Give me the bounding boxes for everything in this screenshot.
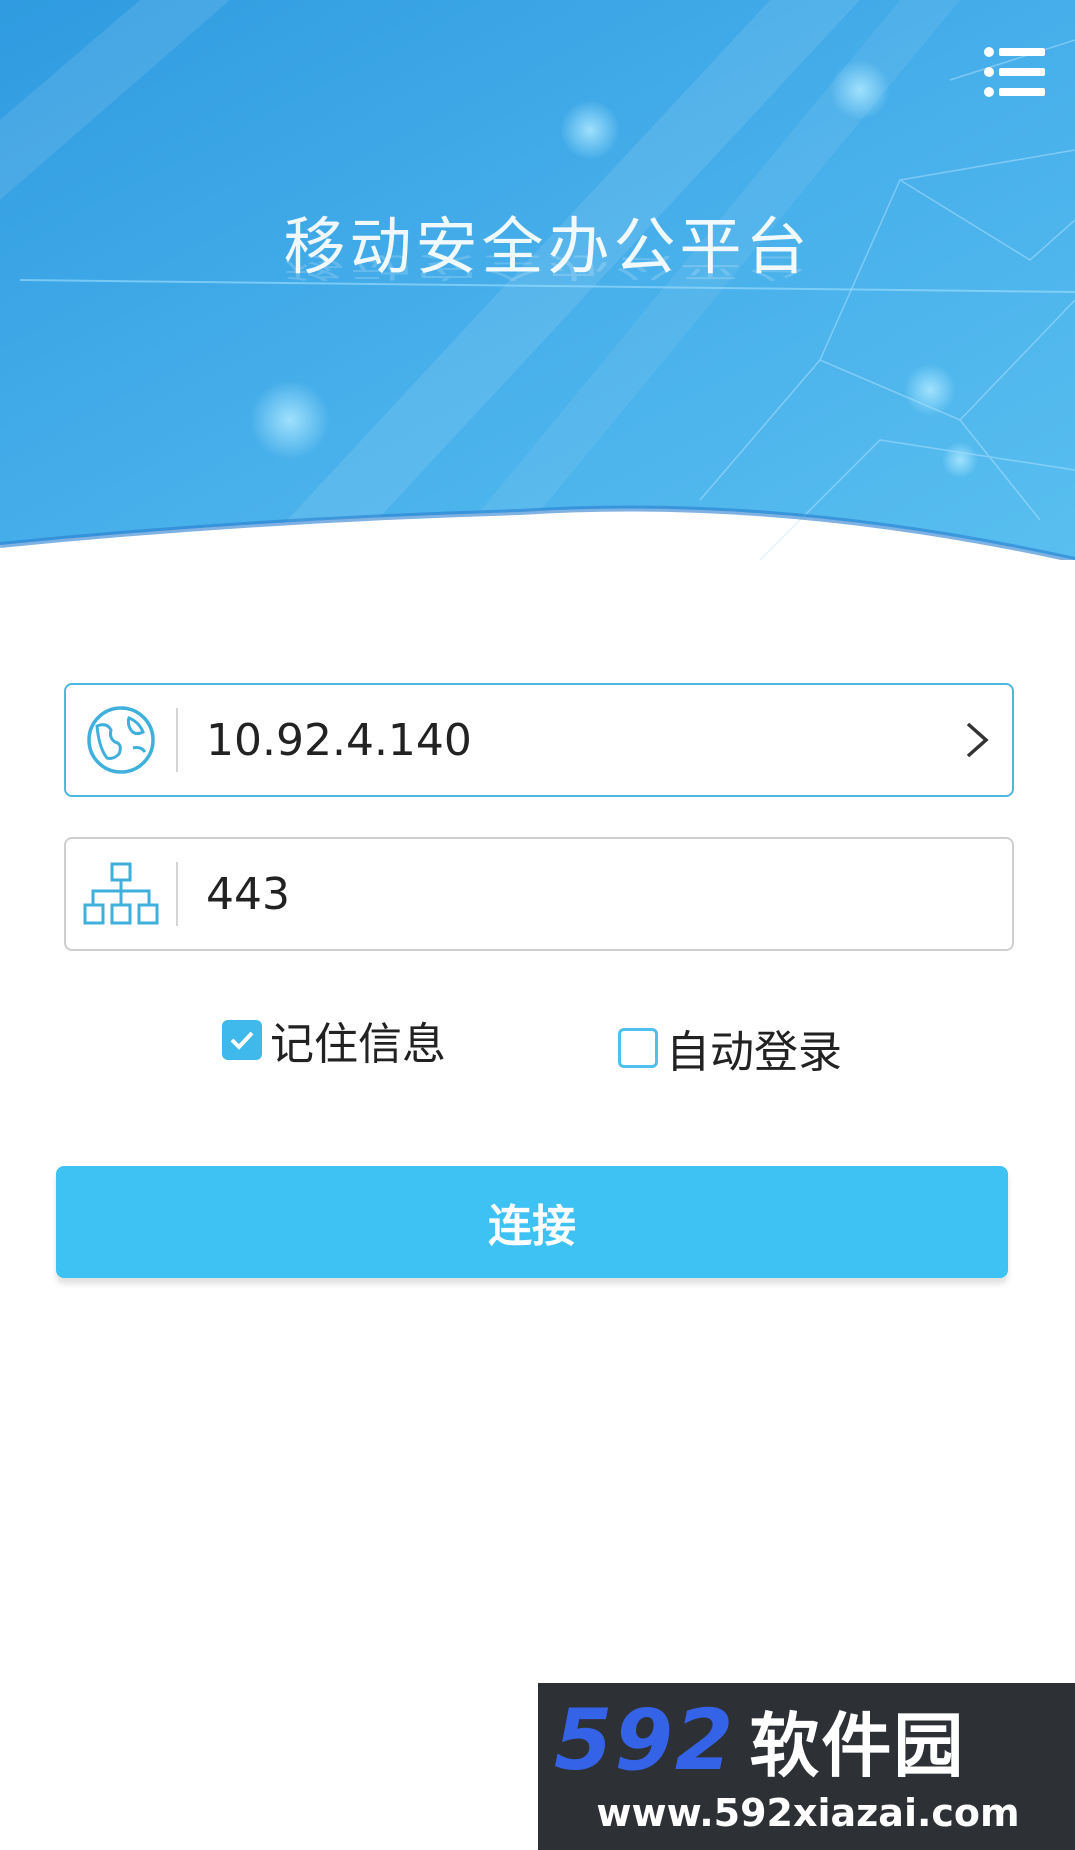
- remember-info-label: 记住信息: [270, 1019, 446, 1070]
- server-address-field[interactable]: [64, 683, 1014, 797]
- menu-button[interactable]: [983, 44, 1047, 100]
- header-banner: 移动安全办公平台 移动安全办公平台: [0, 0, 1075, 560]
- server-select-button[interactable]: [942, 685, 1012, 795]
- connect-button[interactable]: 连接: [56, 1166, 1008, 1278]
- server-address-input[interactable]: [178, 685, 942, 795]
- globe-icon: [87, 706, 155, 774]
- checkbox-unchecked-icon: [618, 1028, 658, 1068]
- auto-login-checkbox[interactable]: 自动登录: [618, 1016, 842, 1080]
- menu-list-icon: [984, 47, 1045, 97]
- remember-info-checkbox[interactable]: 记住信息: [222, 1008, 446, 1072]
- watermark-name: 软件园: [749, 1704, 966, 1787]
- chevron-right-icon: [966, 722, 989, 758]
- port-input[interactable]: [178, 839, 1012, 949]
- login-screen: 移动安全办公平台 移动安全办公平台 10.92.4.140 443 记住信息 自…: [0, 0, 1075, 1850]
- site-watermark: 592 软件园 www.592xiazai.com: [538, 1683, 1075, 1850]
- globe-icon-wrap: [66, 685, 176, 795]
- port-field[interactable]: [64, 837, 1014, 951]
- checkbox-checked-icon: [222, 1020, 262, 1060]
- app-title-reflection: 移动安全办公平台: [283, 250, 812, 284]
- network-icon: [83, 862, 159, 925]
- watermark-url: www.592xiazai.com: [596, 1791, 1020, 1835]
- auto-login-label: 自动登录: [666, 1027, 842, 1078]
- network-icon-wrap: [66, 839, 176, 949]
- watermark-number: 592: [554, 1691, 736, 1789]
